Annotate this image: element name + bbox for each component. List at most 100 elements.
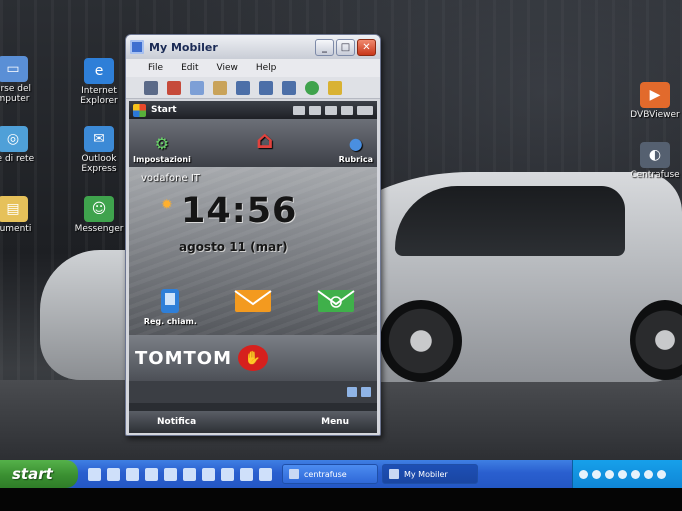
desktop-icon-label: Messenger [74, 224, 124, 234]
close-button[interactable]: ✕ [357, 38, 376, 56]
ql-desktop-icon[interactable] [107, 467, 120, 481]
display-icon[interactable] [282, 80, 296, 95]
desktop-icon-label: orse delmputer [0, 84, 32, 104]
minimize-button[interactable]: _ [315, 38, 334, 56]
ql-app6-icon[interactable] [240, 467, 253, 481]
ql-app3-icon[interactable] [183, 467, 196, 481]
desktop-icon-label: DVBViewer [630, 110, 680, 120]
ql-app-icon[interactable] [145, 467, 158, 481]
menu-help[interactable]: Help [256, 63, 277, 73]
desktop-icon-label: se di rete [0, 154, 35, 164]
desktop-icon-dvbviewer[interactable]: ▶ DVBViewer [620, 82, 682, 120]
desktop-icon-label: Internet Explorer [80, 86, 118, 106]
car-window-wallpaper [395, 186, 625, 256]
clock-time[interactable]: 14:56 [181, 191, 297, 231]
signal-icon[interactable] [325, 105, 337, 115]
task-centrafuse[interactable]: centrafuse [282, 464, 378, 484]
desktop-icon-network[interactable]: ◎ se di rete [0, 126, 48, 164]
desktop-icon-messenger[interactable]: ☺ Messenger [64, 196, 134, 234]
save-icon[interactable] [144, 80, 158, 95]
tomtom-bar[interactable]: TOMTOM ✋ [129, 335, 377, 381]
refresh-icon[interactable] [305, 80, 319, 95]
tray-input-icon[interactable] [361, 387, 371, 397]
softkey-left[interactable]: Notifica [157, 417, 196, 427]
menu-bar: File Edit View Help [126, 59, 380, 77]
tomtom-logo-text: TOMTOM [135, 347, 232, 369]
sync-icon[interactable] [309, 105, 321, 115]
ql-media-icon[interactable] [126, 467, 139, 481]
tray-icon[interactable] [631, 469, 640, 479]
ql-app2-icon[interactable] [164, 467, 177, 481]
desktop-icon-label: cumenti [0, 224, 32, 234]
tray-keyboard-icon[interactable] [347, 387, 357, 397]
desktop-icon-internet-explorer[interactable]: e Internet Explorer [64, 58, 134, 106]
car-wheel-rear [380, 300, 462, 382]
screen-bezel [0, 488, 682, 511]
task-label: centrafuse [304, 469, 347, 479]
shortcut-rubrica[interactable]: ● Rubrica [338, 132, 373, 165]
tools-icon[interactable] [328, 80, 342, 95]
dvbviewer-icon: ▶ [640, 82, 670, 108]
clock-date[interactable]: agosto 11 (mar) [179, 240, 288, 254]
centrafuse-task-icon [289, 469, 299, 479]
connectivity-icon[interactable] [293, 105, 305, 115]
menu-file[interactable]: File [148, 63, 163, 73]
system-tray [572, 460, 682, 488]
centrafuse-icon: ◐ [640, 142, 670, 168]
menu-view[interactable]: View [217, 63, 238, 73]
desktop-icon-centrafuse[interactable]: ◐ Centrafuse [620, 142, 682, 180]
device-screen[interactable]: Start ⚙ Impostazioni ⌂ ● Rubrica vodafon… [129, 101, 377, 433]
operator-name: vodafone IT [141, 173, 200, 184]
screen-icon[interactable] [236, 80, 250, 95]
envelope-icon [233, 285, 273, 317]
app-email[interactable] [301, 285, 371, 326]
tray-icon[interactable] [579, 469, 588, 479]
shortcut-impostazioni[interactable]: ⚙ Impostazioni [133, 132, 191, 165]
shortcut-row: ⚙ Impostazioni ⌂ ● Rubrica [129, 119, 377, 167]
battery-icon[interactable] [357, 105, 373, 115]
desktop-icon-documents[interactable]: ▤ cumenti [0, 196, 48, 234]
window-titlebar[interactable]: My Mobiler _ □ ✕ [126, 35, 380, 59]
apps-row: Reg. chiam. [129, 285, 377, 326]
maximize-button[interactable]: □ [336, 38, 355, 56]
app-call-log[interactable]: Reg. chiam. [135, 285, 205, 326]
softkey-right[interactable]: Menu [321, 417, 349, 427]
copy-icon[interactable] [190, 80, 204, 95]
weather-sun-icon: ✹ [161, 197, 173, 213]
ql-ie-icon[interactable] [88, 467, 101, 481]
ql-app5-icon[interactable] [221, 467, 234, 481]
wm-start-button[interactable]: Start [151, 105, 289, 115]
quick-launch [88, 467, 278, 481]
desktop-icon-outlook-express[interactable]: ✉ Outlook Express [64, 126, 134, 174]
shortcut-home[interactable]: ⌂ [245, 125, 285, 156]
mobiler-app-icon [130, 40, 144, 54]
desktop-icon-my-computer[interactable]: ▭ orse delmputer [0, 56, 48, 104]
softkey-bar: Notifica Menu [129, 411, 377, 433]
menu-edit[interactable]: Edit [181, 63, 198, 73]
outlook-express-icon: ✉ [84, 126, 114, 152]
my-mobiler-window[interactable]: My Mobiler _ □ ✕ File Edit View Help Sta… [125, 34, 381, 436]
task-my-mobiler[interactable]: My Mobiler [382, 464, 478, 484]
cut-icon[interactable] [167, 80, 181, 95]
ql-app4-icon[interactable] [202, 467, 215, 481]
paste-icon[interactable] [213, 80, 227, 95]
app-messages[interactable] [218, 285, 288, 326]
tray-icon[interactable] [592, 469, 601, 479]
tray-icon[interactable] [644, 469, 653, 479]
desktop-icon-label: Centrafuse [630, 170, 680, 180]
shortcut-label: Rubrica [338, 155, 373, 164]
contact-person-icon: ● [348, 133, 363, 153]
network-icon: ◎ [0, 126, 28, 152]
window-title: My Mobiler [149, 40, 218, 54]
volume-icon[interactable] [341, 105, 353, 115]
internet-explorer-icon: e [84, 58, 114, 84]
toolbar [126, 77, 380, 99]
tray-icon[interactable] [657, 469, 666, 479]
messenger-icon: ☺ [84, 196, 114, 222]
windows-flag-icon[interactable] [133, 103, 146, 117]
tray-icon[interactable] [618, 469, 627, 479]
tray-icon[interactable] [605, 469, 614, 479]
window-icon[interactable] [259, 80, 273, 95]
ql-app7-icon[interactable] [259, 467, 272, 481]
start-button[interactable]: start [0, 460, 78, 488]
